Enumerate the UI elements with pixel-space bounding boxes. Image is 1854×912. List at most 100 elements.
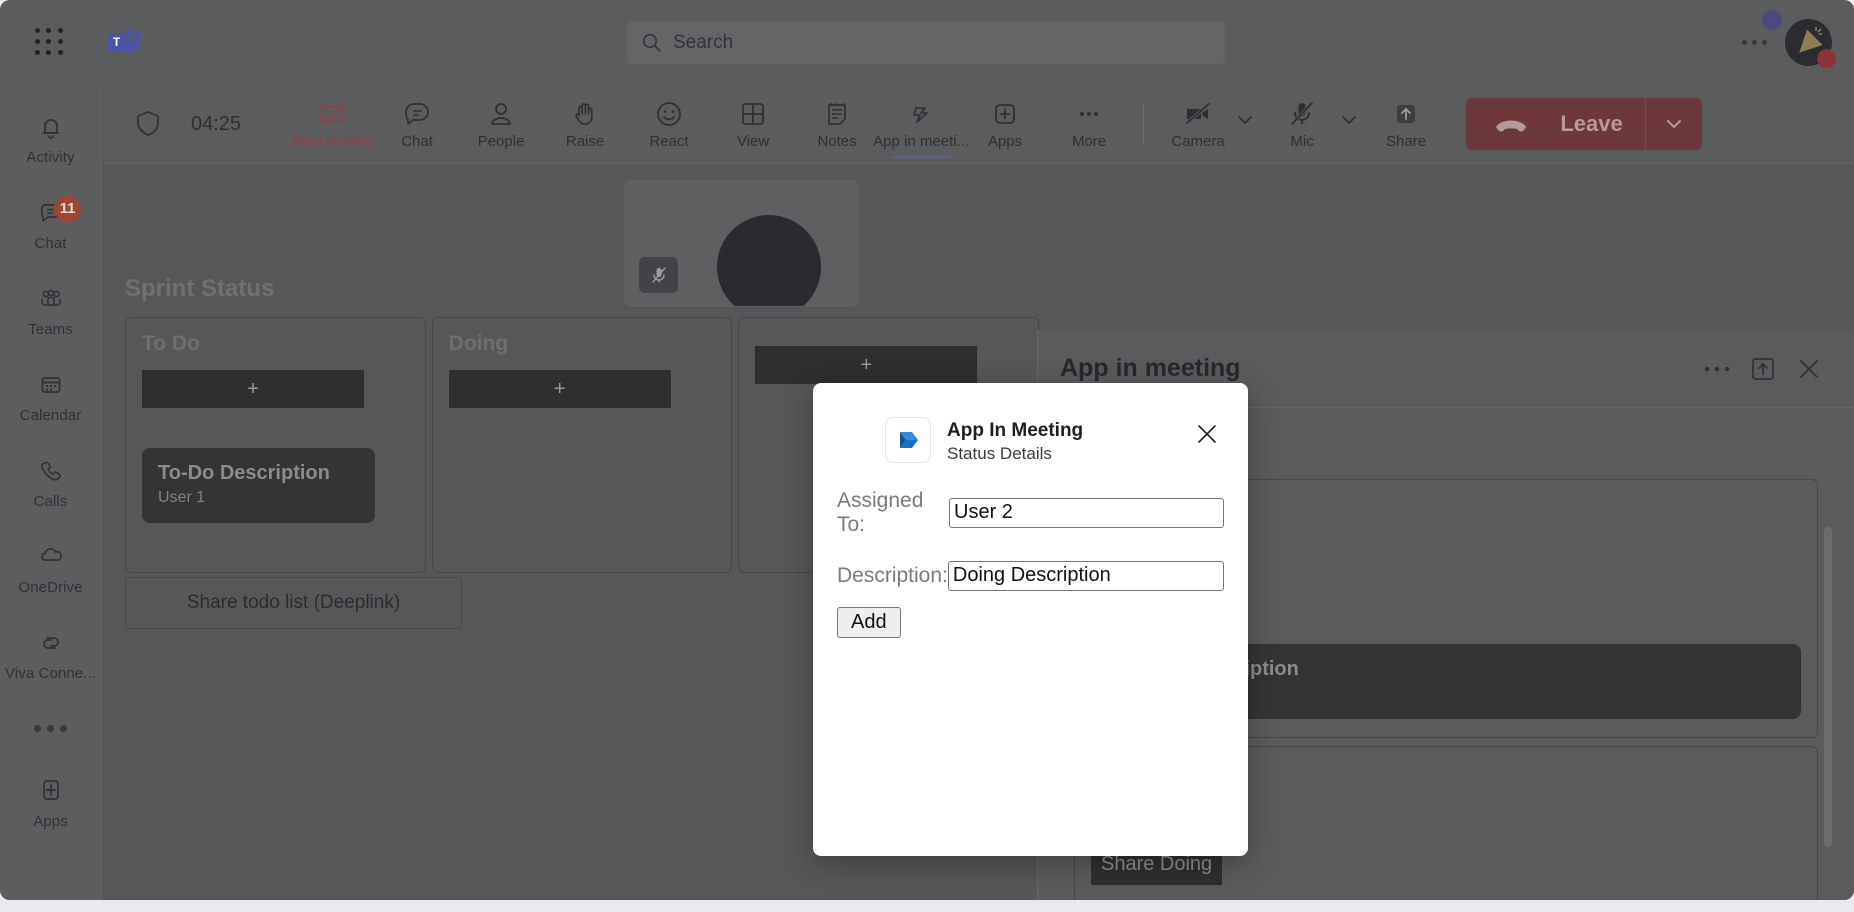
more-dots-icon bbox=[1074, 99, 1104, 129]
app-rail: Activity 11 Chat Teams Calendar Calls On… bbox=[0, 85, 102, 900]
sidebar-item-label: OneDrive bbox=[18, 579, 83, 596]
search-placeholder: Search bbox=[673, 31, 734, 53]
stop-sharing-button[interactable]: Stop sharing bbox=[291, 85, 375, 164]
assigned-to-label: Assigned To: bbox=[837, 488, 924, 536]
toolbar-label: React bbox=[649, 132, 689, 150]
leave-label: Leave bbox=[1560, 111, 1623, 136]
sidebar-item-label: Teams bbox=[28, 321, 73, 338]
dialog-close-icon[interactable] bbox=[1190, 417, 1224, 451]
grid-view-icon bbox=[738, 99, 768, 129]
toolbar-label: Stop sharing bbox=[290, 132, 376, 150]
teams-icon bbox=[34, 282, 68, 316]
more-dots-icon bbox=[34, 724, 67, 732]
teams-logo-icon[interactable]: T bbox=[107, 27, 141, 59]
chat-button[interactable]: Chat bbox=[375, 85, 459, 164]
sidebar-item-label: Chat bbox=[34, 235, 67, 252]
search-input[interactable]: Search bbox=[627, 21, 1225, 64]
sidebar-item-onedrive[interactable]: OneDrive bbox=[0, 525, 101, 611]
assigned-to-row: Assigned To: bbox=[837, 489, 1224, 537]
window-bottom-edge bbox=[0, 900, 1854, 912]
camera-off-icon bbox=[1183, 99, 1213, 129]
toolbar-divider bbox=[1143, 104, 1145, 144]
cloud-icon bbox=[34, 540, 68, 574]
share-upload-icon bbox=[1391, 99, 1421, 129]
sidebar-item-apps[interactable]: Apps bbox=[0, 759, 101, 845]
dialog-subtitle: Status Details bbox=[947, 443, 1052, 463]
share-button[interactable]: Share bbox=[1364, 85, 1448, 164]
meeting-toolbar: 04:25 Stop sharing Chat People Raise Rea… bbox=[103, 85, 1854, 164]
sidebar-item-calls[interactable]: Calls bbox=[0, 439, 101, 525]
search-icon bbox=[642, 33, 661, 52]
mic-off-icon bbox=[1287, 99, 1317, 129]
status-badge bbox=[1817, 49, 1836, 68]
sidebar-item-label: Calls bbox=[33, 493, 68, 510]
status-details-dialog: App In Meeting Status Details Assigned T… bbox=[813, 383, 1248, 856]
toolbar-label: Notes bbox=[817, 132, 857, 150]
plus-box-icon bbox=[990, 99, 1020, 129]
hangup-icon bbox=[1496, 120, 1527, 132]
dialog-app-name: App In Meeting bbox=[947, 420, 1084, 441]
mic-label: Mic bbox=[1290, 132, 1314, 150]
toolbar-label: View bbox=[736, 132, 770, 150]
meeting-timer: 04:25 bbox=[191, 112, 242, 135]
view-button[interactable]: View bbox=[711, 85, 795, 164]
people-icon bbox=[486, 99, 516, 129]
app-launcher-icon[interactable] bbox=[35, 27, 65, 58]
description-row: Description: bbox=[837, 560, 1224, 591]
description-input[interactable] bbox=[947, 560, 1224, 591]
viva-icon bbox=[34, 626, 68, 660]
leave-chevron-down-icon[interactable] bbox=[1646, 112, 1702, 136]
meeting-toolbar-items: Stop sharing Chat People Raise React Vie… bbox=[291, 85, 1131, 164]
app-in-meeting-button[interactable]: App in meeti... bbox=[873, 85, 969, 164]
react-button[interactable]: React bbox=[627, 85, 711, 164]
leave-button[interactable]: Leave bbox=[1466, 98, 1703, 150]
assigned-to-input[interactable] bbox=[949, 497, 1224, 528]
camera-label: Camera bbox=[1171, 132, 1225, 150]
toolbar-label: Raise bbox=[565, 132, 605, 150]
notes-button[interactable]: Notes bbox=[795, 85, 879, 164]
stop-sharing-icon bbox=[318, 99, 348, 129]
description-label: Description: bbox=[837, 563, 948, 587]
notes-icon bbox=[822, 99, 852, 129]
teams-window: T Search Activity 11 Chat Teams Calendar… bbox=[0, 0, 1854, 900]
toolbar-label: People bbox=[477, 132, 525, 150]
avatar[interactable] bbox=[1785, 19, 1836, 68]
bell-icon bbox=[34, 110, 68, 144]
chat-bubble-icon bbox=[402, 99, 432, 129]
sidebar-item-label: Viva Conne... bbox=[4, 665, 97, 682]
smiley-icon bbox=[654, 99, 684, 129]
topbar-more-button[interactable] bbox=[1742, 40, 1767, 45]
sidebar-item-chat[interactable]: 11 Chat bbox=[0, 181, 101, 267]
people-button[interactable]: People bbox=[459, 85, 543, 164]
sidebar-item-teams[interactable]: Teams bbox=[0, 267, 101, 353]
plus-box-icon bbox=[34, 774, 68, 808]
toolbar-label: More bbox=[1071, 132, 1107, 150]
phone-icon bbox=[34, 454, 68, 488]
sidebar-item-label: Calendar bbox=[19, 407, 82, 424]
dialog-header: App In Meeting Status Details bbox=[837, 409, 1224, 465]
more-button[interactable]: More bbox=[1047, 85, 1131, 164]
add-button[interactable]: Add bbox=[837, 606, 901, 638]
shield-icon bbox=[135, 110, 161, 138]
power-apps-icon bbox=[885, 417, 931, 463]
sidebar-item-activity[interactable]: Activity bbox=[0, 95, 101, 181]
calendar-icon bbox=[34, 368, 68, 402]
share-label: Share bbox=[1386, 132, 1427, 150]
dialog-title-block: App In Meeting Status Details bbox=[947, 417, 1083, 465]
top-bar: T Search bbox=[0, 0, 1854, 85]
sidebar-item-label: Activity bbox=[26, 149, 75, 166]
camera-button[interactable]: Camera bbox=[1156, 85, 1240, 164]
svg-text:T: T bbox=[113, 35, 121, 49]
raise-hand-button[interactable]: Raise bbox=[543, 85, 627, 164]
sidebar-item-calendar[interactable]: Calendar bbox=[0, 353, 101, 439]
sidebar-item-label: Apps bbox=[33, 813, 68, 830]
sidebar-item-viva-connections[interactable]: Viva Conne... bbox=[0, 611, 101, 697]
toolbar-label: Chat bbox=[401, 132, 433, 150]
sidebar-more-button[interactable] bbox=[0, 697, 101, 759]
sparkle-icon bbox=[1815, 27, 1822, 35]
apps-button[interactable]: Apps bbox=[963, 85, 1047, 164]
toolbar-label: Apps bbox=[987, 132, 1023, 150]
app-in-meeting-icon bbox=[906, 99, 936, 129]
mic-button[interactable]: Mic bbox=[1260, 85, 1344, 164]
chat-unread-badge: 11 bbox=[54, 195, 81, 222]
